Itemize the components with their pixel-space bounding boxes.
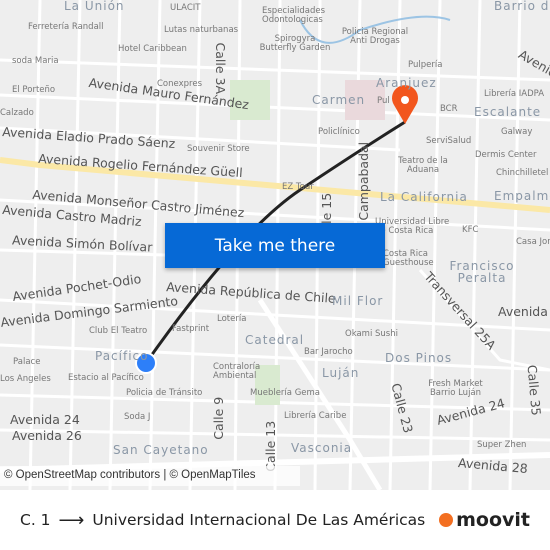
street-label: Calle 13 bbox=[263, 420, 279, 472]
poi-label: Souvenir Store bbox=[187, 144, 250, 154]
street-label: Calle 3A bbox=[213, 42, 229, 95]
neighborhood-label: Catedral bbox=[245, 333, 305, 347]
street-label: Avenida 26 bbox=[12, 428, 82, 443]
neighborhood-label: Dos Pinos bbox=[385, 351, 453, 365]
poi-label: Policia de Tránsito bbox=[126, 388, 203, 398]
poi-label: Los Angeles bbox=[0, 374, 51, 384]
poi-label: Chinchilletel bbox=[496, 168, 549, 178]
poi-label: Librería IADPA bbox=[484, 89, 545, 99]
poi-label: Costa Rica Guesthouse bbox=[383, 249, 434, 268]
poi-label: Spirogyra Butterfly Garden bbox=[259, 34, 331, 53]
poi-label: BCR bbox=[440, 104, 458, 114]
destination-pin-icon[interactable] bbox=[392, 85, 418, 124]
route-footer: C. 1 ⟶ Universidad Internacional De Las … bbox=[0, 490, 550, 550]
poi-label: Conexpres bbox=[157, 79, 202, 89]
poi-label: Soda J bbox=[124, 412, 151, 422]
poi-label: Pulpería bbox=[408, 60, 443, 70]
origin-label: C. 1 bbox=[20, 511, 51, 529]
poi-label: Ferretería Randall bbox=[28, 22, 104, 32]
poi-label: EZ Tour bbox=[282, 182, 314, 192]
neighborhood-label: La California bbox=[380, 190, 468, 204]
poi-label: Calzado bbox=[0, 108, 34, 118]
poi-label: Policia Regional Anti Drogas bbox=[341, 27, 409, 46]
poi-label: Mueblería Gema bbox=[250, 388, 321, 398]
poi-label: KFC bbox=[462, 225, 479, 235]
poi-label: Especialidades Odontologicas bbox=[262, 6, 326, 25]
poi-label: ServiSalud bbox=[426, 136, 472, 146]
neighborhood-label: Luján bbox=[322, 366, 360, 380]
poi-label: Hotel Caribbean bbox=[118, 44, 187, 54]
map-attribution[interactable]: © OpenStreetMap contributors | © OpenMap… bbox=[0, 466, 300, 486]
street-label: Campabadal bbox=[356, 141, 372, 221]
take-me-there-button[interactable]: Take me there bbox=[165, 223, 385, 268]
poi-label: Bar Jarocho bbox=[304, 347, 353, 357]
poi-label: Policlínico bbox=[318, 127, 360, 137]
poi-label: Lutas naturbanas bbox=[164, 25, 239, 35]
moovit-logo: moovit bbox=[439, 509, 530, 531]
poi-label: Pul bbox=[377, 96, 390, 106]
neighborhood-label: Vasconia bbox=[291, 441, 353, 455]
street-label: Calle 35 bbox=[524, 364, 544, 417]
moovit-logo-icon bbox=[439, 513, 454, 527]
poi-label: El Porteño bbox=[12, 85, 56, 95]
poi-label: Lotería bbox=[217, 314, 247, 324]
arrow-right-icon: ⟶ bbox=[58, 509, 85, 531]
poi-label: Palace bbox=[13, 357, 41, 367]
neighborhood-label: Escalante bbox=[474, 105, 542, 119]
poi-label: Dermis Center bbox=[475, 150, 537, 160]
street-label: Avenida 1 bbox=[498, 304, 550, 319]
poi-label: Club El Teatro bbox=[89, 326, 148, 336]
neighborhood-label: San Cayetano bbox=[113, 443, 209, 457]
street-label: Avenida 24 bbox=[10, 412, 80, 427]
poi-label: Teatro de la Aduana bbox=[398, 156, 448, 175]
neighborhood-label: Barrio del bbox=[494, 0, 550, 13]
neighborhood-label: Francisco Peralta bbox=[449, 259, 515, 285]
neighborhood-label: La Unión bbox=[64, 0, 125, 13]
poi-label: Galway bbox=[501, 127, 533, 137]
street-label: Calle 9 bbox=[211, 396, 227, 440]
neighborhood-label: Aranjuez bbox=[376, 76, 437, 90]
poi-label: soda Maria bbox=[12, 56, 59, 66]
poi-label: ULACIT bbox=[170, 3, 201, 13]
neighborhood-label: Pacífico bbox=[95, 349, 149, 363]
poi-label: Fresh Market Barrio Luján bbox=[428, 379, 483, 398]
poi-label: Casa Jorge bbox=[516, 237, 550, 247]
neighborhood-label: Carmen bbox=[312, 93, 366, 107]
poi-label: Estacio al Pacífico bbox=[68, 373, 144, 383]
neighborhood-label: Mil Flor bbox=[332, 294, 384, 308]
poi-label: Super Zhen bbox=[477, 440, 527, 450]
poi-label: Librería Caribe bbox=[284, 411, 347, 421]
poi-label: Okami Sushi bbox=[345, 329, 398, 339]
poi-label: Contraloría Ambiental bbox=[213, 362, 261, 381]
poi-label: Universidad Libre de Costa Rica bbox=[375, 217, 450, 236]
neighborhood-label: Empalme bbox=[494, 189, 550, 203]
destination-label: Universidad Internacional De Las América… bbox=[92, 511, 426, 529]
map[interactable]: Avenida Mauro Fernández Avenida Eladio P… bbox=[0, 0, 550, 490]
brand-name: moovit bbox=[456, 509, 530, 531]
poi-label: Fastprint bbox=[172, 324, 210, 334]
